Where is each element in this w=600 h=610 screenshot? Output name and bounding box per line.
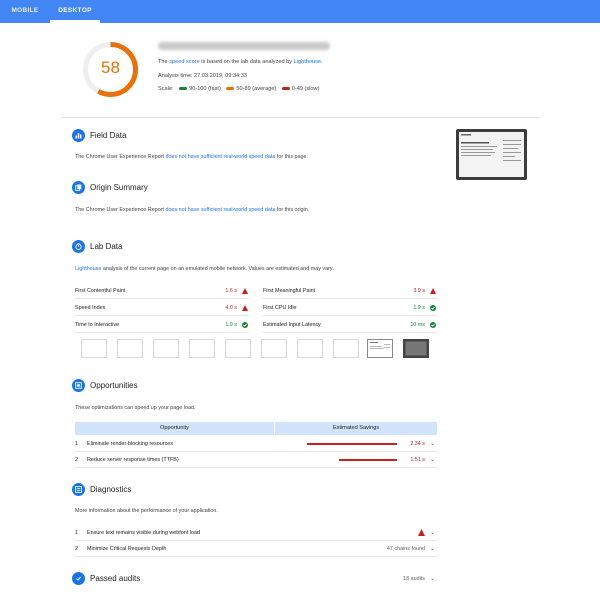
row-number: 2 [75, 546, 78, 552]
metric-label: Estimated Input Latency [263, 322, 321, 328]
lighthouse-link[interactable]: Lighthouse [294, 59, 321, 65]
row-number: 1 [75, 530, 78, 536]
score-value: 58 [101, 58, 120, 77]
filmstrip-frame [367, 339, 393, 358]
lab-data-text: Lighthouse analysis of the current page … [75, 266, 334, 272]
row-label: Eliminate render-blocking resources [87, 441, 173, 447]
metric-value: 1.9 s [413, 305, 425, 311]
filmstrip-frame [189, 339, 215, 358]
filmstrip-frame [81, 339, 107, 358]
filmstrip-frame [117, 339, 143, 358]
tab-mobile[interactable]: MOBILE [6, 0, 44, 23]
metric-row: First Contentful Paint 1.6 s [75, 283, 249, 299]
metric-row: Time to Interactive 1.9 s [75, 317, 249, 333]
chevron-down-icon[interactable]: ⌄ [430, 575, 435, 582]
page-screenshot-content [459, 132, 524, 177]
score-scale: Scale: 90-100 (fast) 50-89 (average) 0-4… [158, 86, 320, 92]
opportunities-table-header: Opportunity Estimated Savings [75, 422, 437, 435]
diagnostic-row[interactable]: 2 Minimize Critical Requests Depth 47 ch… [75, 541, 437, 557]
opportunity-row[interactable]: 2 Reduce server response times (TTFB) 1.… [75, 452, 437, 468]
analysis-time: Analysis time: 27.03.2019, 09:34:33 [158, 73, 247, 79]
list-icon [72, 483, 85, 496]
speed-score-link[interactable]: speed score [169, 59, 199, 65]
metric-value: 4.0 s [225, 305, 237, 311]
copy-icon [72, 181, 85, 194]
filmstrip-frame [403, 339, 429, 358]
warning-icon [418, 529, 425, 536]
metric-value: 10 ms [410, 322, 425, 328]
chevron-down-icon[interactable]: ⌄ [430, 452, 435, 468]
metric-value: 1.9 s [225, 322, 237, 328]
average-legend-dot [226, 87, 235, 91]
savings-bar [338, 459, 397, 461]
opportunity-row[interactable]: 1 Eliminate render-blocking resources 2.… [75, 436, 437, 452]
check-icon [242, 322, 248, 328]
metric-row: Speed Index 4.0 s [75, 300, 249, 316]
speed-icon [72, 379, 85, 392]
passed-audits-title[interactable]: Passed audits [90, 574, 140, 583]
warning-icon [242, 288, 248, 294]
check-icon [430, 305, 436, 311]
metric-row: Estimated Input Latency 10 ms [263, 317, 437, 333]
chevron-down-icon[interactable]: ⌄ [430, 541, 435, 557]
row-label: Minimize Critical Requests Depth [87, 546, 167, 552]
metric-label: First CPU Idle [263, 305, 297, 311]
opportunity-column-header: Opportunity [75, 422, 275, 435]
metric-row: First CPU Idle 1.9 s [263, 300, 437, 316]
metric-label: First Meaningful Paint [263, 288, 316, 294]
diagnostic-row[interactable]: 1 Ensure text remains visible during web… [75, 525, 437, 541]
metric-label: Speed Index [75, 305, 106, 311]
row-label: Reduce server response times (TTFB) [87, 457, 179, 463]
origin-summary-title: Origin Summary [90, 183, 148, 192]
metric-row: First Meaningful Paint 3.9 s [263, 283, 437, 299]
divider [62, 117, 539, 118]
check-icon [430, 322, 436, 328]
bar-chart-icon [72, 129, 85, 142]
row-value: 47 chains found [386, 546, 425, 552]
diagnostics-title: Diagnostics [90, 485, 132, 494]
filmstrip-frame [333, 339, 359, 358]
metric-value: 3.9 s [413, 288, 425, 294]
chevron-down-icon[interactable]: ⌄ [430, 525, 435, 541]
row-number: 2 [75, 457, 78, 463]
page-screenshot-thumbnail [456, 129, 527, 180]
filmstrip-frame [261, 339, 287, 358]
opportunities-text: These optimizations can speed up your pa… [75, 405, 196, 411]
diagnostics-text: More information about the performance o… [75, 508, 218, 514]
timer-icon [72, 240, 85, 253]
field-data-text: The Chrome User Experience Report does n… [75, 154, 309, 160]
lab-data-title: Lab Data [90, 242, 123, 251]
page-url-blurred [158, 42, 330, 50]
origin-summary-link[interactable]: does not have sufficient real-world spee… [165, 207, 275, 213]
metric-label: Time to Interactive [75, 322, 120, 328]
active-tab-indicator [50, 20, 100, 23]
check-circle-icon [72, 572, 85, 585]
row-label: Ensure text remains visible during webfo… [87, 530, 200, 536]
slow-legend-dot [281, 87, 290, 91]
field-data-link[interactable]: does not have sufficient real-world spee… [165, 154, 275, 160]
warning-icon [430, 288, 436, 294]
fast-legend-dot [179, 87, 188, 91]
filmstrip-frame [153, 339, 179, 358]
metric-value: 1.6 s [225, 288, 237, 294]
filmstrip-frame [297, 339, 323, 358]
savings-column-header: Estimated Savings [332, 425, 380, 431]
row-value: 2.34 s [410, 441, 425, 447]
field-data-title: Field Data [90, 131, 127, 140]
filmstrip-frame [225, 339, 251, 358]
score-description: The speed score is based on the lab data… [158, 59, 323, 65]
warning-icon [242, 305, 248, 311]
row-number: 1 [75, 441, 78, 447]
savings-bar [307, 443, 397, 445]
lighthouse-link[interactable]: Lighthouse [75, 266, 101, 272]
chevron-down-icon[interactable]: ⌄ [430, 436, 435, 452]
opportunities-title: Opportunities [90, 381, 138, 390]
metric-label: First Contentful Paint [75, 288, 126, 294]
origin-summary-text: The Chrome User Experience Report does n… [75, 207, 310, 213]
row-value: 1.51 s [410, 457, 425, 463]
